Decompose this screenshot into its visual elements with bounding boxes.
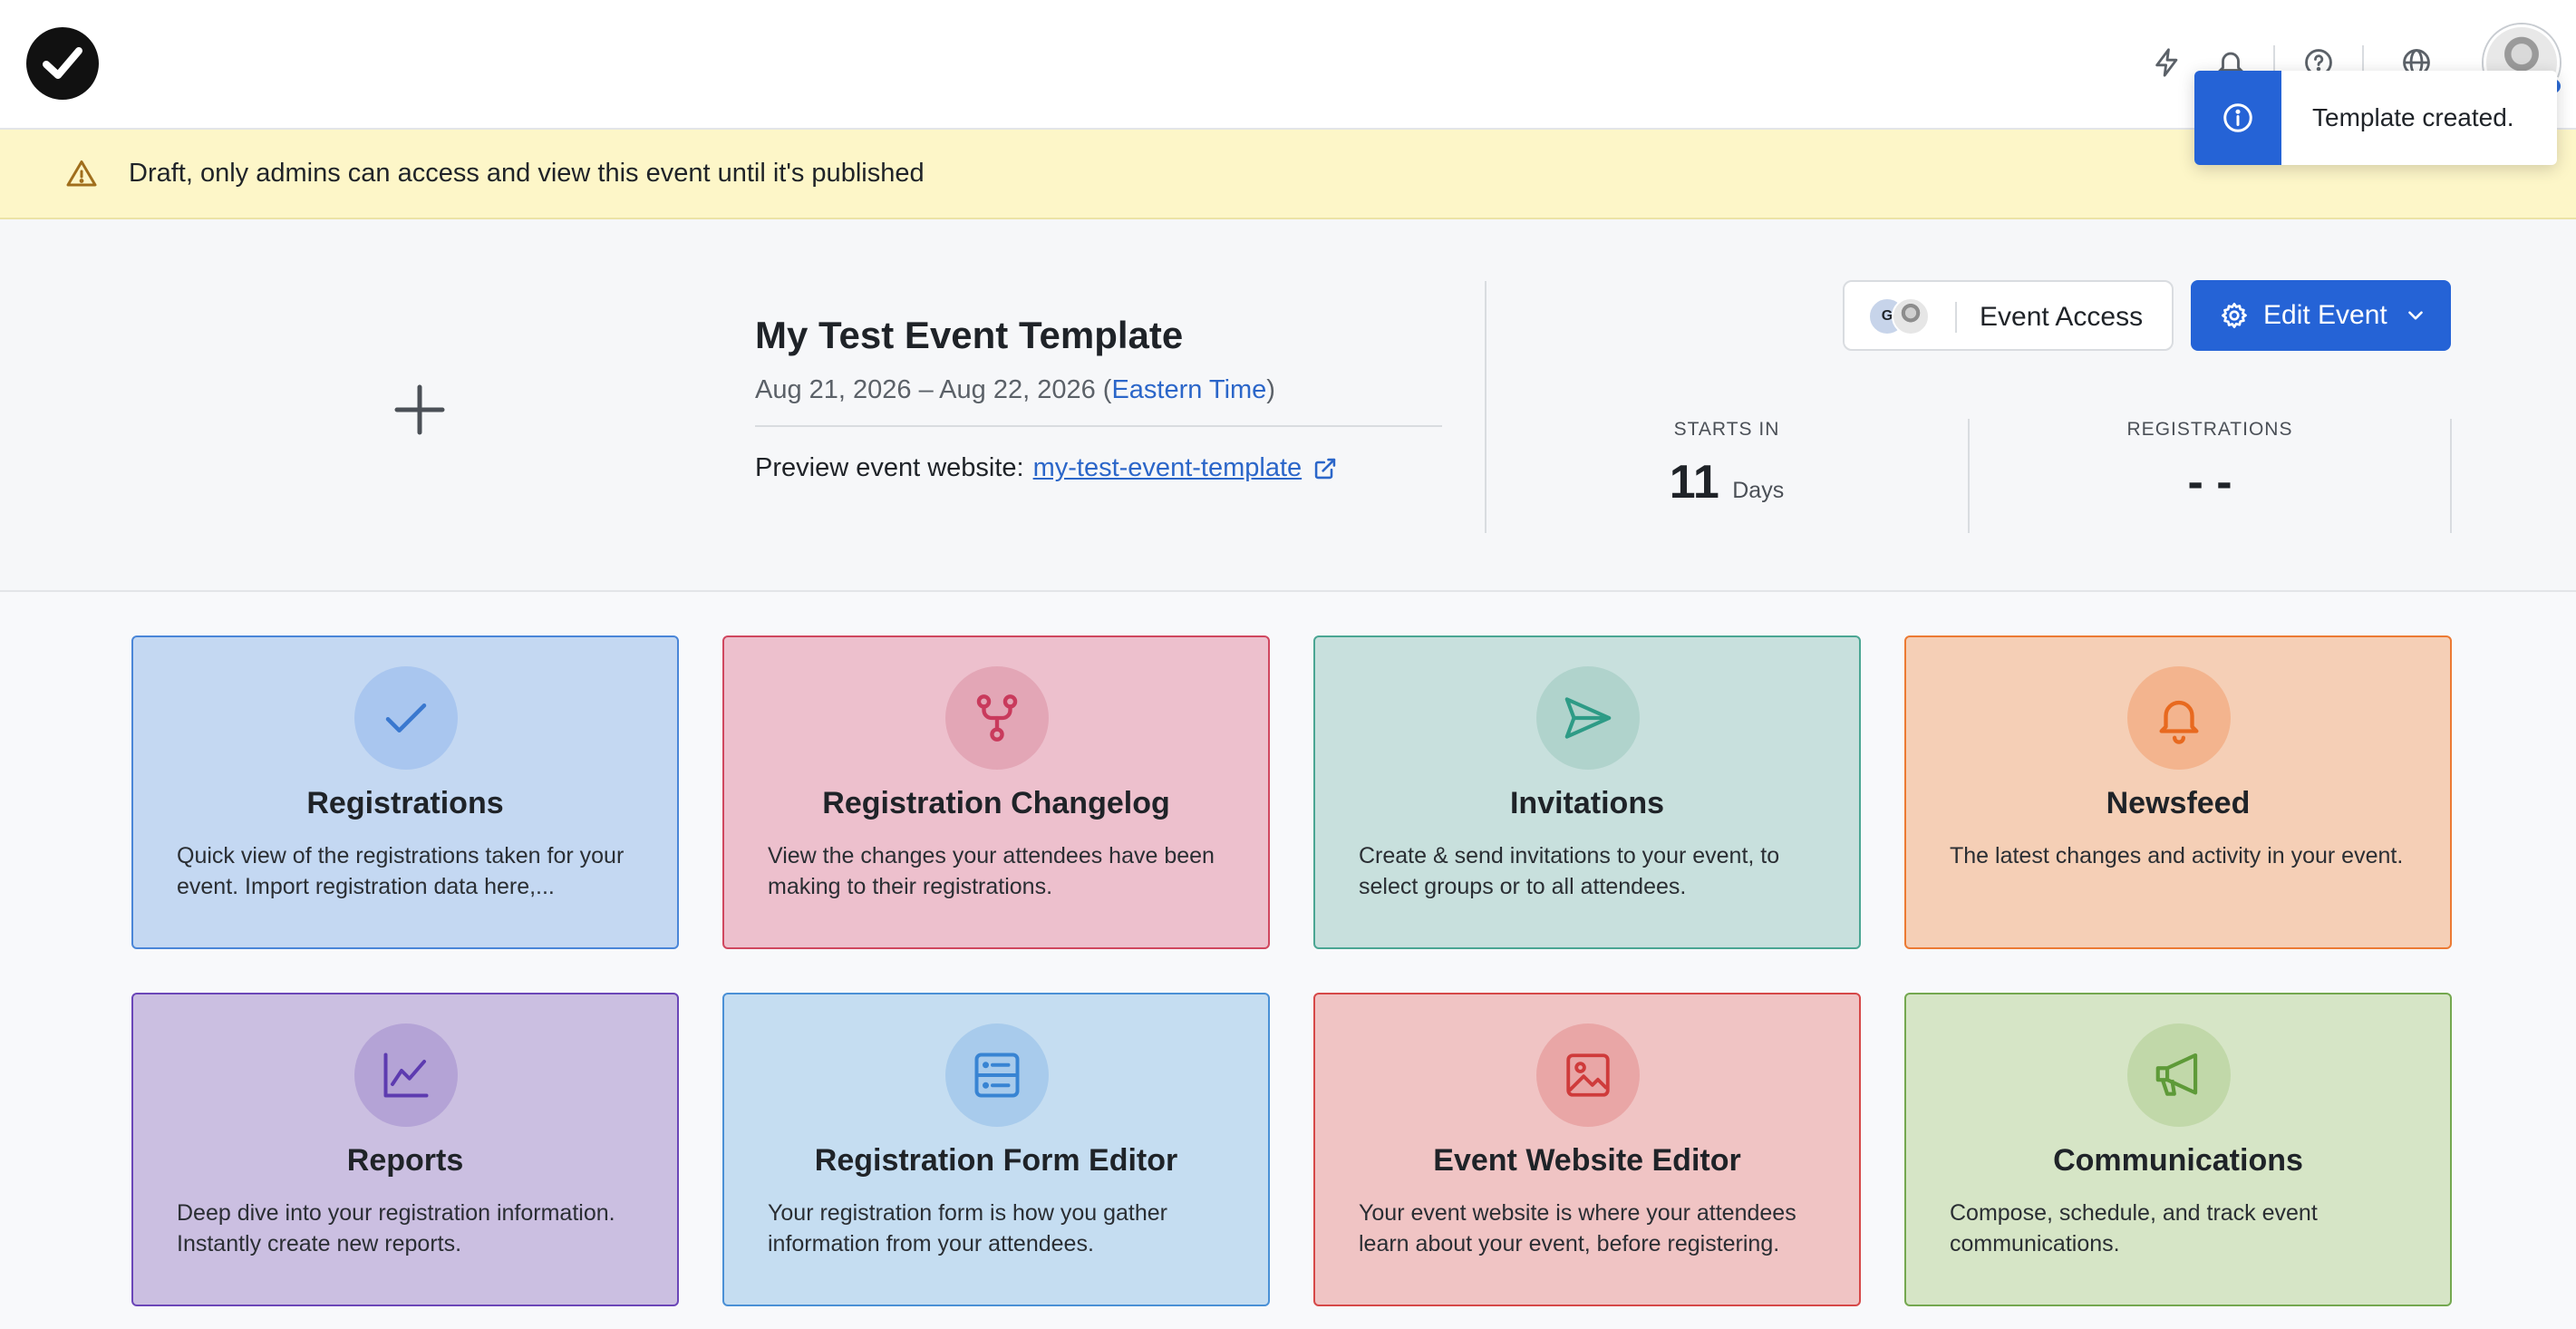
card-icon-circle <box>945 1023 1049 1127</box>
form-icon <box>974 1053 1020 1098</box>
card-icon-circle <box>1536 1023 1640 1127</box>
starts-in-value: 11 Days <box>1487 455 1967 509</box>
event-dates-text: Aug 21, 2026 – Aug 22, 2026 ( <box>755 375 1112 404</box>
add-event-image-button[interactable] <box>379 369 460 451</box>
card-title: Event Website Editor <box>1433 1143 1741 1178</box>
chevron-down-icon <box>2404 304 2427 327</box>
edit-event-button[interactable]: Edit Event <box>2191 280 2451 351</box>
preview-label: Preview event website: <box>755 453 1024 482</box>
card-title: Invitations <box>1509 786 1665 820</box>
bell-icon <box>2159 700 2199 744</box>
card-icon-circle <box>945 666 1049 770</box>
preview-website-link[interactable]: my-test-event-template <box>1033 453 1303 483</box>
starts-in-unit: Days <box>1732 478 1785 503</box>
card-title: Communications <box>2053 1143 2303 1178</box>
feature-cards-grid: Registrations Quick view of the registra… <box>0 592 2576 1329</box>
starts-in-label: STARTS IN <box>1673 419 1780 440</box>
card-reports[interactable]: Reports Deep dive into your registration… <box>131 993 679 1306</box>
card-registration-changelog[interactable]: Registration Changelog View the changes … <box>722 635 1270 949</box>
access-avatar-photo <box>1892 297 1930 335</box>
starts-in-stat: STARTS IN 11 Days <box>1487 419 1967 509</box>
card-registration-form-editor[interactable]: Registration Form Editor Your registrati… <box>722 993 1270 1306</box>
megaphone-icon <box>2155 1053 2198 1096</box>
card-icon-circle <box>2127 666 2231 770</box>
toast-message: Template created. <box>2312 103 2514 131</box>
chart-icon <box>383 1053 429 1098</box>
preview-website-row: Preview event website: my-test-event-tem… <box>755 453 1338 483</box>
card-description: Compose, schedule, and track event commu… <box>1950 1200 2318 1256</box>
card-invitations[interactable]: Invitations Create & send invitations to… <box>1313 635 1861 949</box>
checkmark-logo-icon <box>43 47 82 79</box>
event-access-button[interactable]: G Event Access <box>1843 280 2174 351</box>
plus-icon <box>394 384 445 435</box>
event-header: My Test Event Template Aug 21, 2026 – Au… <box>0 219 2576 592</box>
card-icon-circle <box>2127 1023 2231 1127</box>
top-bar <box>0 0 2576 130</box>
toast-icon-panel <box>2194 71 2281 165</box>
lightning-icon[interactable] <box>2145 41 2189 84</box>
warning-icon <box>65 156 102 192</box>
card-title: Registration Form Editor <box>814 1143 1178 1178</box>
card-newsfeed[interactable]: Newsfeed The latest changes and activity… <box>1904 635 2452 949</box>
gear-icon <box>2220 301 2249 330</box>
app-logo[interactable] <box>26 27 99 100</box>
draft-banner: Draft, only admins can access and view t… <box>0 130 2576 219</box>
card-title: Newsfeed <box>2106 786 2251 820</box>
registrations-label: REGISTRATIONS <box>2126 419 2293 440</box>
toast-notification: Template created. <box>2194 71 2557 165</box>
card-icon-circle <box>354 666 458 770</box>
check-icon <box>385 703 427 732</box>
card-description: The latest changes and activity in your … <box>1950 843 2404 868</box>
card-registrations[interactable]: Registrations Quick view of the registra… <box>131 635 679 949</box>
card-communications[interactable]: Communications Compose, schedule, and tr… <box>1904 993 2452 1306</box>
card-title: Reports <box>346 1143 464 1178</box>
starts-in-number: 11 <box>1669 456 1719 509</box>
info-icon <box>2223 103 2252 132</box>
event-info-divider <box>755 425 1442 427</box>
card-description: Deep dive into your registration informa… <box>177 1200 615 1256</box>
card-event-website-editor[interactable]: Event Website Editor Your event website … <box>1313 993 1861 1306</box>
card-description: Your event website is where your attende… <box>1359 1200 1796 1256</box>
event-date-range: Aug 21, 2026 – Aug 22, 2026 (Eastern Tim… <box>755 375 1275 405</box>
registrations-stat: REGISTRATIONS - - <box>1970 419 2450 509</box>
external-link-icon[interactable] <box>1312 456 1338 481</box>
access-divider <box>1955 302 1957 333</box>
event-timezone-link[interactable]: Eastern Time <box>1111 375 1266 404</box>
event-access-label: Event Access <box>1980 302 2144 332</box>
event-dates-close: ) <box>1266 375 1275 404</box>
edit-event-label: Edit Event <box>2263 300 2387 330</box>
draft-banner-text: Draft, only admins can access and view t… <box>129 159 925 188</box>
event-title: My Test Event Template <box>755 314 1184 356</box>
branch-icon <box>976 694 1018 742</box>
card-description: Your registration form is how you gather… <box>768 1200 1167 1256</box>
card-description: Quick view of the registrations taken fo… <box>177 843 625 899</box>
registrations-value: - - <box>2187 456 2232 509</box>
card-title: Registration Changelog <box>822 786 1170 820</box>
card-title: Registrations <box>306 786 504 820</box>
image-icon <box>1566 1053 1610 1097</box>
card-icon-circle <box>354 1023 458 1127</box>
card-description: Create & send invitations to your event,… <box>1359 843 1780 899</box>
card-description: View the changes your attendees have bee… <box>768 843 1215 899</box>
card-icon-circle <box>1536 666 1640 770</box>
stat-divider <box>2450 419 2452 533</box>
send-icon <box>1564 697 1612 739</box>
